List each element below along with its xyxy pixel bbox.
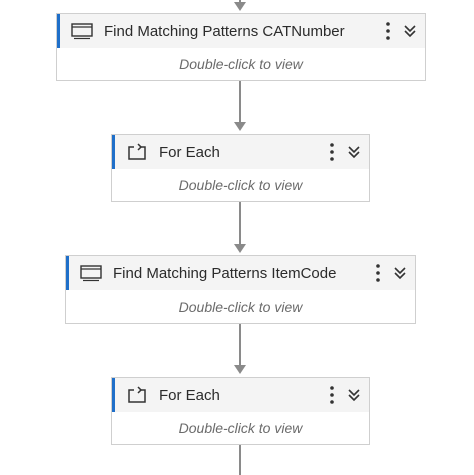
connector-arrowhead — [234, 2, 246, 11]
loop-icon — [125, 384, 149, 406]
chevron-double-down-icon[interactable] — [401, 20, 419, 42]
connector-line — [239, 202, 241, 245]
workflow-canvas[interactable]: Find Matching Patterns CATNumber Double-… — [0, 0, 474, 475]
more-vertical-icon[interactable] — [325, 384, 339, 406]
activity-for-each-2[interactable]: For Each Double-click to view — [111, 377, 370, 445]
connector-line — [239, 81, 241, 123]
chevron-double-down-icon[interactable] — [345, 384, 363, 406]
activity-body-hint: Double-click to view — [178, 420, 303, 436]
activity-find-matching-patterns-catnumber[interactable]: Find Matching Patterns CATNumber Double-… — [56, 13, 426, 81]
more-vertical-icon[interactable] — [325, 141, 339, 163]
connector-line — [239, 324, 241, 366]
connector-line — [239, 445, 241, 475]
activity-title: For Each — [159, 386, 220, 404]
more-vertical-icon[interactable] — [381, 20, 395, 42]
window-icon — [79, 262, 103, 284]
connector-arrowhead — [234, 244, 246, 253]
connector-arrowhead — [234, 365, 246, 374]
activity-header[interactable]: Find Matching Patterns ItemCode — [66, 256, 415, 290]
activity-body-hint: Double-click to view — [178, 177, 303, 193]
chevron-double-down-icon[interactable] — [345, 141, 363, 163]
window-icon — [70, 20, 94, 42]
activity-body-hint: Double-click to view — [179, 56, 303, 72]
loop-icon — [125, 141, 149, 163]
activity-header[interactable]: For Each — [112, 378, 369, 412]
activity-for-each-1[interactable]: For Each Double-click to view — [111, 134, 370, 202]
chevron-double-down-icon[interactable] — [391, 262, 409, 284]
activity-find-matching-patterns-itemcode[interactable]: Find Matching Patterns ItemCode Double-c… — [65, 255, 416, 324]
connector-arrowhead — [234, 122, 246, 131]
activity-header[interactable]: For Each — [112, 135, 369, 169]
activity-title: Find Matching Patterns ItemCode — [113, 264, 337, 282]
more-vertical-icon[interactable] — [371, 262, 385, 284]
activity-title: Find Matching Patterns CATNumber — [104, 22, 345, 40]
activity-body-hint: Double-click to view — [178, 298, 303, 315]
activity-header[interactable]: Find Matching Patterns CATNumber — [57, 14, 425, 48]
activity-title: For Each — [159, 143, 220, 161]
